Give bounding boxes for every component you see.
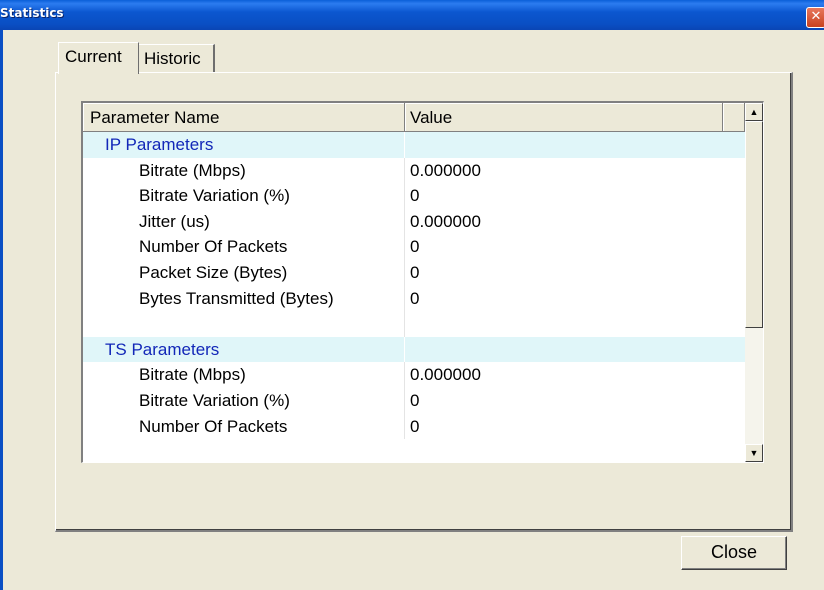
parameter-name: Bitrate Variation (%) [139, 390, 290, 410]
list-row[interactable]: Number Of Packets 0 [83, 413, 745, 440]
parameter-value: 0 [410, 237, 420, 257]
group-label: IP Parameters [105, 135, 214, 154]
tab-current[interactable]: Current [58, 42, 139, 74]
parameter-name: Bitrate (Mbps) [139, 365, 246, 385]
parameter-name: Bitrate (Mbps) [139, 160, 246, 180]
title-bar[interactable]: Statistics ✕ [0, 0, 824, 30]
tab-historic[interactable]: Historic [139, 44, 215, 73]
list-header: Parameter Name Value [83, 103, 745, 132]
list-row[interactable]: Bytes Transmitted (Bytes) 0 [83, 285, 745, 312]
list-row[interactable]: Bitrate (Mbps) 0.000000 [83, 157, 745, 184]
window-title: Statistics [0, 6, 64, 20]
group-label: TS Parameters [105, 339, 220, 359]
parameter-value: 0.000000 [410, 160, 481, 180]
list-row[interactable] [83, 311, 745, 337]
close-button[interactable]: Close [681, 536, 787, 570]
parameter-value [405, 311, 723, 337]
list-group-row[interactable]: IP Parameters [83, 132, 745, 158]
parameter-name: Number Of Packets [139, 237, 288, 257]
parameter-value: 0 [410, 288, 420, 308]
list-row[interactable]: Jitter (us) 0.000000 [83, 208, 745, 235]
parameter-name: Packet Size (Bytes) [139, 262, 288, 282]
statistics-list[interactable]: Parameter Name Value IP Parameters Bitrat… [81, 101, 764, 463]
parameter-value: 0.000000 [410, 211, 481, 231]
scroll-down-icon[interactable]: ▼ [745, 444, 763, 462]
parameter-value: 0 [410, 186, 420, 206]
parameter-value: 0 [410, 262, 420, 282]
parameter-value: 0.000000 [410, 365, 481, 385]
scroll-thumb[interactable] [745, 121, 763, 328]
parameter-name: Jitter (us) [139, 211, 210, 231]
parameter-name [83, 311, 405, 337]
list-rows: IP Parameters Bitrate (Mbps) 0.000000 Bitra… [83, 132, 745, 440]
list-row[interactable]: Bitrate Variation (%) 0 [83, 183, 745, 209]
window-left-border [0, 30, 3, 590]
parameter-name: Bytes Transmitted (Bytes) [139, 288, 334, 308]
column-header-value[interactable]: Value [405, 103, 723, 132]
parameter-value [405, 337, 723, 363]
list-row[interactable]: Number Of Packets 0 [83, 234, 745, 260]
list-row[interactable]: Bitrate (Mbps) 0.000000 [83, 362, 745, 388]
scroll-up-icon[interactable]: ▲ [745, 103, 763, 121]
column-header-parameter-name[interactable]: Parameter Name [83, 103, 405, 132]
parameter-name: Number Of Packets [139, 416, 288, 436]
parameter-name: Bitrate Variation (%) [139, 186, 290, 206]
column-header-filler [723, 103, 745, 132]
list-row[interactable]: Bitrate Variation (%) 0 [83, 387, 745, 414]
vertical-scrollbar[interactable]: ▲ ▼ [745, 103, 763, 462]
list-row[interactable]: Packet Size (Bytes) 0 [83, 259, 745, 286]
list-group-row[interactable]: TS Parameters [83, 336, 745, 363]
window-close-icon[interactable]: ✕ [806, 7, 824, 28]
parameter-value [405, 132, 723, 158]
parameter-value: 0 [410, 416, 420, 436]
parameter-value: 0 [410, 390, 420, 410]
